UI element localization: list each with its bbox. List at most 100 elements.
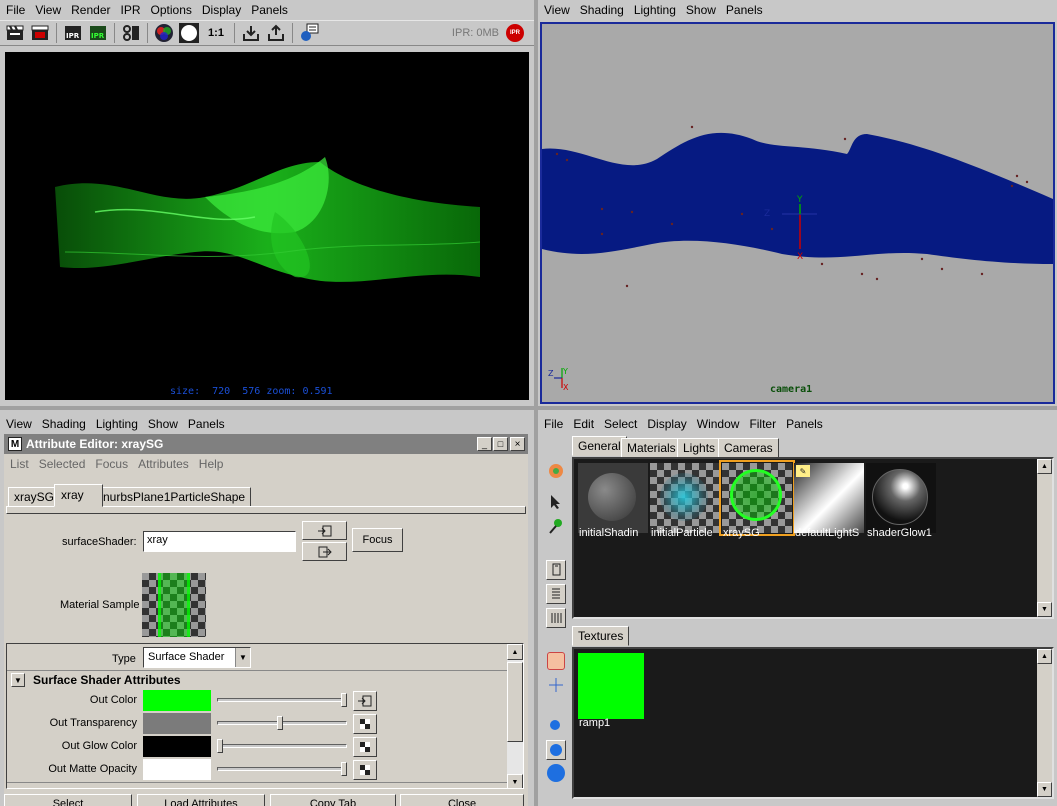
- graph-up-icon[interactable]: [547, 676, 565, 694]
- checker-map-icon[interactable]: [353, 714, 377, 734]
- menu-panels[interactable]: Panels: [251, 3, 288, 17]
- ipr-stop-icon[interactable]: IPR: [506, 24, 524, 42]
- small-swatch-icon[interactable]: [550, 720, 560, 730]
- render-clapper-icon[interactable]: [4, 22, 26, 44]
- input-arrow-icon[interactable]: [353, 691, 377, 711]
- tab-cameras[interactable]: Cameras: [718, 438, 779, 458]
- menu-selected[interactable]: Selected: [39, 457, 86, 471]
- focus-button[interactable]: Focus: [352, 528, 403, 552]
- menu-filter[interactable]: Filter: [749, 417, 776, 431]
- menu-edit[interactable]: Edit: [573, 417, 594, 431]
- section-header[interactable]: ▼ Surface Shader Attributes: [7, 670, 507, 688]
- color-swatch[interactable]: [143, 736, 211, 757]
- color-swatch[interactable]: [143, 713, 211, 734]
- alpha-channel-icon[interactable]: [178, 22, 200, 44]
- menu-display[interactable]: Display: [647, 417, 686, 431]
- render-region-icon[interactable]: [29, 22, 51, 44]
- menu-panels[interactable]: Panels: [188, 417, 225, 431]
- face-icon[interactable]: [547, 652, 565, 670]
- menu-show[interactable]: Show: [148, 417, 178, 431]
- list-view-icon[interactable]: [546, 584, 566, 604]
- remove-image-icon[interactable]: [265, 22, 287, 44]
- rgb-channel-icon[interactable]: [153, 22, 175, 44]
- grid-view-icon[interactable]: [546, 608, 566, 628]
- slider-knob[interactable]: [277, 716, 283, 730]
- color-swatch[interactable]: [143, 690, 211, 711]
- checker-map-icon[interactable]: [353, 760, 377, 780]
- menu-lighting[interactable]: Lighting: [634, 3, 676, 17]
- chevron-down-icon[interactable]: ▼: [235, 648, 250, 667]
- real-size-button[interactable]: 1:1: [203, 22, 229, 44]
- menu-select[interactable]: Select: [604, 417, 637, 431]
- menu-view[interactable]: View: [544, 3, 570, 17]
- display-render-log-icon[interactable]: [298, 22, 320, 44]
- maximize-button[interactable]: □: [493, 437, 508, 451]
- scroll-down-arrow-icon[interactable]: ▼: [507, 774, 523, 788]
- swatch-defaultlightset[interactable]: ✎: [794, 463, 864, 533]
- scroll-up-arrow-icon[interactable]: ▲: [507, 644, 523, 660]
- menu-attributes[interactable]: Attributes: [138, 457, 189, 471]
- slider-knob[interactable]: [341, 693, 347, 707]
- ipr-refresh-icon[interactable]: IPR: [87, 22, 109, 44]
- menu-options[interactable]: Options: [151, 3, 192, 17]
- menu-file[interactable]: File: [6, 3, 25, 17]
- large-swatch-icon[interactable]: [547, 764, 565, 782]
- graph-view-icon[interactable]: [546, 560, 566, 580]
- menu-view[interactable]: View: [6, 417, 32, 431]
- menu-focus[interactable]: Focus: [95, 457, 128, 471]
- tab-lights[interactable]: Lights: [677, 438, 722, 458]
- pin-icon[interactable]: [548, 518, 564, 537]
- swatch-xraysg[interactable]: [719, 460, 795, 536]
- menu-window[interactable]: Window: [697, 417, 740, 431]
- menu-panels[interactable]: Panels: [726, 3, 763, 17]
- menu-view[interactable]: View: [35, 3, 61, 17]
- menu-render[interactable]: Render: [71, 3, 110, 17]
- load-attributes-button[interactable]: Load Attributes: [137, 794, 265, 806]
- menu-show[interactable]: Show: [686, 3, 716, 17]
- input-connection-button[interactable]: [302, 521, 347, 540]
- scroll-up-arrow-icon[interactable]: ▲: [1037, 649, 1052, 664]
- copy-tab-button[interactable]: Copy Tab: [270, 794, 396, 806]
- scroll-down-arrow-icon[interactable]: ▼: [1037, 782, 1052, 797]
- swatch-shaderglow1[interactable]: [866, 463, 936, 533]
- attribute-slider[interactable]: [217, 767, 347, 771]
- minimize-button[interactable]: _: [477, 437, 492, 451]
- menu-shading[interactable]: Shading: [42, 417, 86, 431]
- tab-general[interactable]: General: [572, 436, 627, 456]
- tab-xraysg[interactable]: xraySG: [8, 487, 61, 507]
- attribute-slider[interactable]: [217, 744, 347, 748]
- render-settings-icon[interactable]: [120, 22, 142, 44]
- swatch-initialparticlese[interactable]: [650, 463, 720, 533]
- medium-swatch-icon[interactable]: [546, 740, 566, 760]
- collapse-triangle-icon[interactable]: ▼: [11, 673, 25, 687]
- checker-map-icon[interactable]: [353, 737, 377, 757]
- tab-nurbsplane1particleshape[interactable]: nurbsPlane1ParticleShape: [97, 487, 252, 507]
- menu-display[interactable]: Display: [202, 3, 241, 17]
- menu-lighting[interactable]: Lighting: [96, 417, 138, 431]
- vertical-scrollbar[interactable]: ▲ ▼: [507, 644, 523, 788]
- swatch-ramp1[interactable]: [578, 653, 644, 719]
- top-vertical-scrollbar[interactable]: ▲ ▼: [1037, 459, 1052, 617]
- tab-textures[interactable]: Textures: [572, 626, 630, 646]
- output-connection-button[interactable]: [302, 542, 347, 561]
- attribute-slider[interactable]: [217, 698, 347, 702]
- scroll-up-arrow-icon[interactable]: ▲: [1037, 459, 1052, 474]
- keep-image-icon[interactable]: [240, 22, 262, 44]
- menu-ipr[interactable]: IPR: [121, 3, 141, 17]
- bottom-vertical-scrollbar[interactable]: ▲ ▼: [1037, 649, 1052, 797]
- ipr-render-icon[interactable]: IPR: [62, 22, 84, 44]
- menu-file[interactable]: File: [544, 417, 563, 431]
- slider-knob[interactable]: [217, 739, 223, 753]
- scroll-thumb[interactable]: [507, 662, 523, 742]
- close-window-button[interactable]: Close: [400, 794, 524, 806]
- menu-shading[interactable]: Shading: [580, 3, 624, 17]
- type-dropdown[interactable]: Surface Shader ▼: [143, 647, 251, 668]
- tab-materials[interactable]: Materials: [621, 438, 682, 458]
- select-button[interactable]: Select: [4, 794, 132, 806]
- create-bar-icon[interactable]: [547, 462, 565, 480]
- slider-knob[interactable]: [341, 762, 347, 776]
- menu-panels[interactable]: Panels: [786, 417, 823, 431]
- scroll-down-arrow-icon[interactable]: ▼: [1037, 602, 1052, 617]
- menu-help[interactable]: Help: [199, 457, 224, 471]
- tab-xray[interactable]: xray: [54, 484, 103, 507]
